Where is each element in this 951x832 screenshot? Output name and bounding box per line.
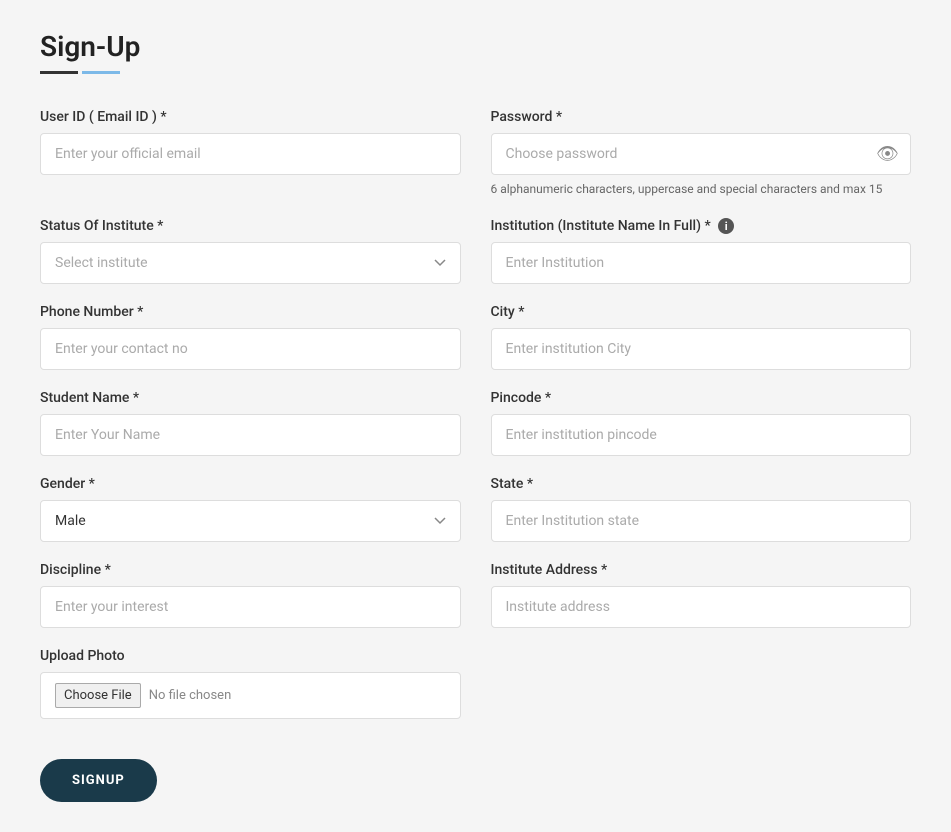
status-label: Status Of Institute * <box>40 218 461 234</box>
file-input-wrapper: Choose File No file chosen <box>55 683 446 708</box>
password-input[interactable] <box>491 133 912 175</box>
page-title: Sign-Up <box>40 30 911 63</box>
pincode-input[interactable] <box>491 414 912 456</box>
user-id-group: User ID ( Email ID ) * <box>40 109 461 198</box>
user-id-label: User ID ( Email ID ) * <box>40 109 461 125</box>
institute-address-group: Institute Address * <box>491 562 912 628</box>
state-input[interactable] <box>491 500 912 542</box>
discipline-group: Discipline * <box>40 562 461 628</box>
gender-label: Gender * <box>40 476 461 492</box>
city-input[interactable] <box>491 328 912 370</box>
user-id-input[interactable] <box>40 133 461 175</box>
state-label: State * <box>491 476 912 492</box>
city-group: City * <box>491 304 912 370</box>
file-name-display: No file chosen <box>149 688 232 703</box>
institution-group: Institution (Institute Name In Full) * i <box>491 218 912 285</box>
signup-form: User ID ( Email ID ) * Password * 👁 6 al… <box>40 109 911 802</box>
upload-area: Choose File No file chosen <box>40 672 461 719</box>
upload-photo-label: Upload Photo <box>40 648 461 664</box>
student-name-input[interactable] <box>40 414 461 456</box>
status-group: Status Of Institute * Select institute A… <box>40 218 461 285</box>
gender-select[interactable]: Male Female Other <box>40 500 461 542</box>
password-label: Password * <box>491 109 912 125</box>
empty-right <box>491 648 912 739</box>
phone-group: Phone Number * <box>40 304 461 370</box>
institute-address-label: Institute Address * <box>491 562 912 578</box>
upload-photo-group: Upload Photo Choose File No file chosen <box>40 648 461 719</box>
password-hint: 6 alphanumeric characters, uppercase and… <box>491 181 912 198</box>
password-group: Password * 👁 6 alphanumeric characters, … <box>491 109 912 198</box>
gender-group: Gender * Male Female Other <box>40 476 461 542</box>
discipline-label: Discipline * <box>40 562 461 578</box>
info-icon[interactable]: i <box>718 218 734 234</box>
institution-label: Institution (Institute Name In Full) * i <box>491 218 912 235</box>
choose-file-button[interactable]: Choose File <box>55 683 141 708</box>
phone-input[interactable] <box>40 328 461 370</box>
discipline-input[interactable] <box>40 586 461 628</box>
status-select[interactable]: Select institute Active Inactive <box>40 242 461 284</box>
student-name-group: Student Name * <box>40 390 461 456</box>
pincode-label: Pincode * <box>491 390 912 406</box>
eye-icon[interactable]: 👁 <box>876 144 899 165</box>
city-label: City * <box>491 304 912 320</box>
phone-label: Phone Number * <box>40 304 461 320</box>
institution-input[interactable] <box>491 242 912 284</box>
password-wrapper: 👁 <box>491 133 912 175</box>
pincode-group: Pincode * <box>491 390 912 456</box>
signup-button[interactable]: SIGNUP <box>40 759 157 802</box>
title-underline <box>40 71 911 74</box>
underline-light <box>82 71 120 74</box>
state-group: State * <box>491 476 912 542</box>
underline-dark <box>40 71 78 74</box>
institute-address-input[interactable] <box>491 586 912 628</box>
student-name-label: Student Name * <box>40 390 461 406</box>
